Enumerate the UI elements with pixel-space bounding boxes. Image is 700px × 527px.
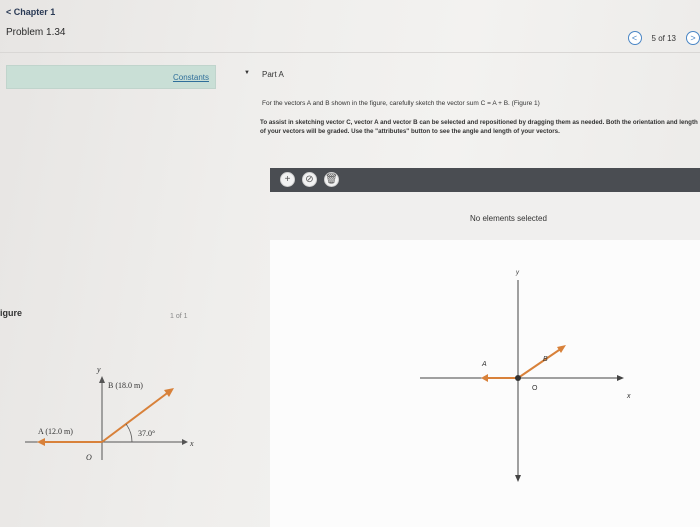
back-to-chapter-link[interactable]: < Chapter 1 <box>6 7 55 17</box>
page-count: 5 of 13 <box>651 33 676 43</box>
figure-vector-b-label: B (18.0 m) <box>108 381 143 390</box>
vector-b-label: B <box>543 356 548 363</box>
figure-vector-b-head <box>164 388 174 397</box>
graph-x-label: x <box>626 393 631 400</box>
clear-icon[interactable]: ⊘ <box>302 172 317 187</box>
figure-label: igure <box>0 308 23 318</box>
figure-x-arrow <box>182 439 188 445</box>
caret-down-icon[interactable]: ▼ <box>244 70 250 76</box>
graph-origin-label: O <box>532 385 538 392</box>
graph-y-label: y <box>515 270 520 276</box>
vector-a-label: A <box>481 361 487 368</box>
figure-vector-a-label: A (12.0 m) <box>38 427 73 436</box>
graph-canvas[interactable]: x y O A B <box>270 240 700 527</box>
figure-vector-b <box>101 390 171 443</box>
plus-icon[interactable]: + <box>280 172 295 187</box>
vector-drawing-tool: + ⊘ 🗑 No elements selected x y O A B <box>270 168 700 527</box>
instruction-drag: To assist in sketching vector C, vector … <box>260 119 698 135</box>
trash-icon[interactable]: 🗑 <box>324 172 339 187</box>
graph-y-arrow <box>515 475 521 482</box>
chevron-left-icon[interactable]: < <box>627 31 642 45</box>
figure-x-label: x <box>189 439 194 448</box>
selection-status: No elements selected <box>470 214 547 223</box>
status-panel: No elements selected <box>270 192 700 240</box>
graph-x-arrow <box>617 375 624 381</box>
figure-origin-label: O <box>86 453 92 462</box>
problem-title: Problem 1.34 <box>6 27 66 38</box>
figure-angle-arc <box>125 423 133 443</box>
header: < Chapter 1 Problem 1.34 < 5 of 13 > <box>0 0 700 52</box>
vector-figure: x y O A (12.0 m) B (18.0 m) 37.0° <box>25 365 194 462</box>
header-divider <box>0 52 700 53</box>
drawing-toolbar: + ⊘ 🗑 <box>270 168 700 192</box>
figure-y-arrow <box>99 376 105 383</box>
vector-origin-handle[interactable] <box>515 375 521 381</box>
part-title: Part A <box>262 70 284 79</box>
figure-vector-a-head <box>37 438 45 446</box>
pager: < 5 of 13 > <box>627 31 700 45</box>
constants-link[interactable]: Constants <box>173 73 209 82</box>
chevron-right-icon[interactable]: > <box>686 31 700 45</box>
figure-count: 1 of 1 <box>170 313 188 320</box>
constants-bar: Constants <box>6 65 216 89</box>
vector-b[interactable] <box>517 347 563 379</box>
vector-a-head[interactable] <box>481 374 488 382</box>
figure-angle-label: 37.0° <box>138 429 155 438</box>
figure-y-label: y <box>96 365 101 374</box>
vector-b-head[interactable] <box>557 345 566 353</box>
instruction-sum: For the vectors A and B shown in the fig… <box>262 100 540 107</box>
